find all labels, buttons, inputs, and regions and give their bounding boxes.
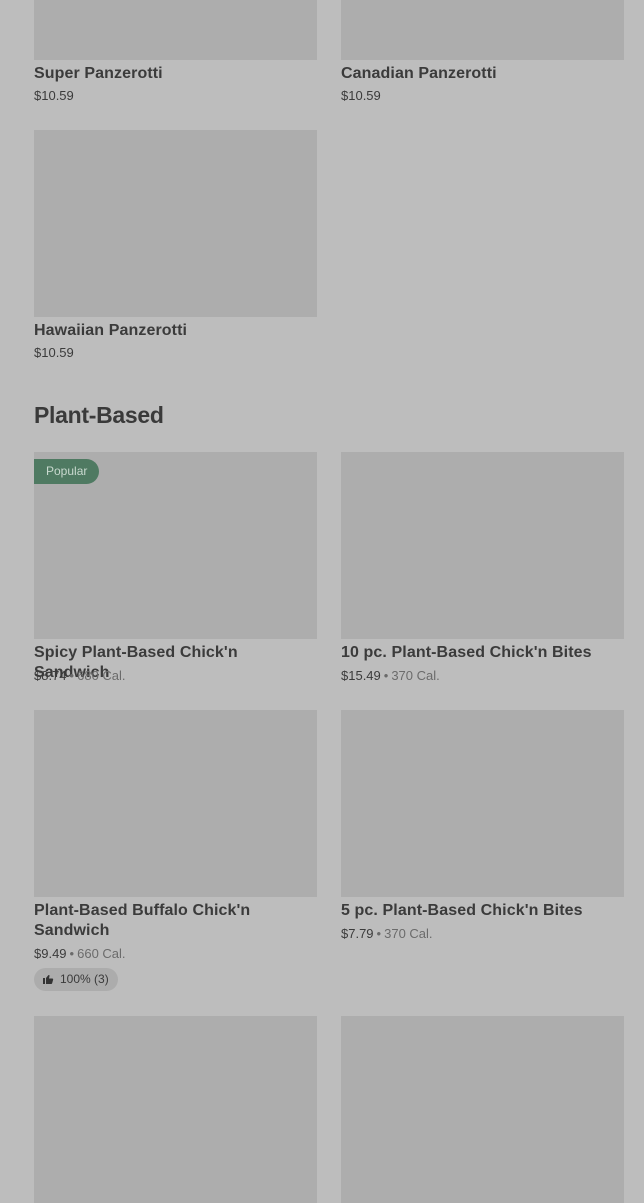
item-image bbox=[34, 130, 317, 317]
separator-dot: • bbox=[383, 668, 389, 683]
item-image bbox=[341, 710, 624, 897]
calories: 680 Cal. bbox=[77, 668, 126, 683]
price: $7.79 bbox=[341, 926, 374, 941]
price: $8.74 bbox=[34, 668, 67, 683]
calories: 370 Cal. bbox=[391, 668, 440, 683]
item-name: 5 pc. Plant-Based Chick'n Bites bbox=[341, 902, 583, 919]
item-image bbox=[34, 710, 317, 897]
price: $10.59 bbox=[341, 88, 381, 103]
item-price: $10.59 bbox=[34, 345, 74, 361]
item-image bbox=[341, 0, 624, 60]
item-name: Canadian Panzerotti bbox=[341, 65, 497, 82]
item-image bbox=[34, 0, 317, 60]
thumbs-up-icon bbox=[43, 975, 54, 984]
item-name: Super Panzerotti bbox=[34, 65, 163, 82]
item-price: $10.59 bbox=[341, 88, 381, 104]
price: $10.59 bbox=[34, 345, 74, 360]
item-meta: $9.49 • 660 Cal. bbox=[34, 946, 126, 962]
separator-dot: • bbox=[376, 926, 382, 941]
item-price: $10.59 bbox=[34, 88, 74, 104]
separator-dot: • bbox=[69, 668, 75, 683]
popular-badge: Popular bbox=[34, 459, 100, 484]
separator-dot: • bbox=[69, 946, 75, 961]
rating-badge: 100% (3) bbox=[34, 968, 118, 991]
price: $10.59 bbox=[34, 88, 74, 103]
price: $15.49 bbox=[341, 668, 381, 683]
item-meta: $15.49 • 370 Cal. bbox=[341, 668, 440, 684]
item-image bbox=[341, 452, 624, 639]
item-meta: $7.79 • 370 Cal. bbox=[341, 926, 433, 942]
item-image bbox=[34, 1016, 317, 1203]
item-name: Plant-Based Buffalo Chick'n Sandwich bbox=[34, 902, 251, 939]
item-image bbox=[341, 1016, 624, 1203]
calories: 370 Cal. bbox=[384, 926, 433, 941]
calories: 660 Cal. bbox=[77, 946, 126, 961]
item-name: 10 pc. Plant-Based Chick'n Bites bbox=[341, 644, 592, 661]
item-name: Hawaiian Panzerotti bbox=[34, 322, 188, 339]
price: $9.49 bbox=[34, 946, 67, 961]
section-title: Plant-Based bbox=[34, 402, 164, 428]
rating-text: 100% (3) bbox=[60, 972, 109, 986]
item-meta: $8.74 • 680 Cal. bbox=[34, 668, 126, 684]
